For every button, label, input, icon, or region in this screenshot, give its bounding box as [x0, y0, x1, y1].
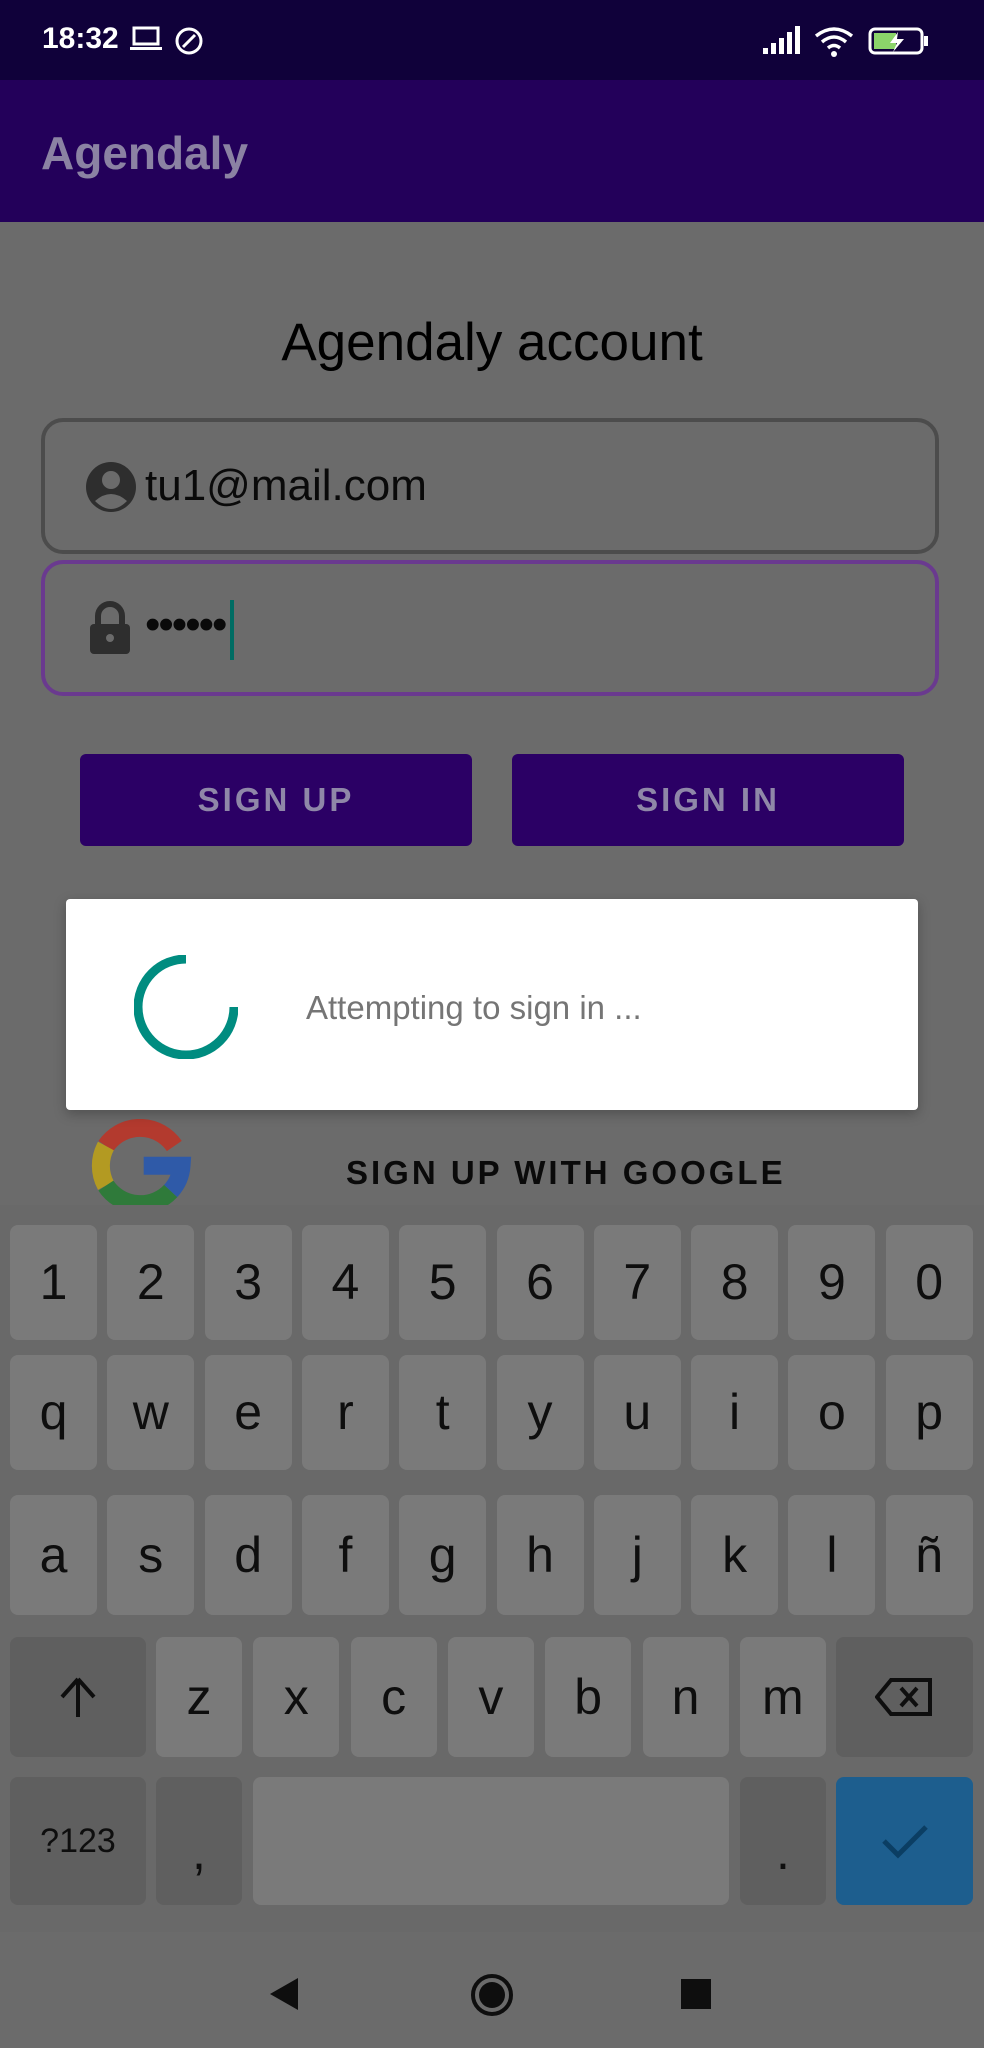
- home-nav-icon[interactable]: [469, 1972, 515, 2018]
- password-input[interactable]: ••••••: [145, 600, 227, 650]
- keyboard-key[interactable]: k: [691, 1495, 779, 1615]
- shift-key[interactable]: [10, 1637, 146, 1757]
- back-nav-icon[interactable]: [268, 1976, 300, 2012]
- account-circle-icon: [86, 462, 136, 512]
- keyboard-key[interactable]: p: [885, 1355, 973, 1470]
- keyboard-key[interactable]: 5: [399, 1225, 487, 1340]
- keyboard-key[interactable]: n: [642, 1637, 729, 1757]
- keyboard-key[interactable]: j: [593, 1495, 681, 1615]
- keyboard-key[interactable]: f: [301, 1495, 389, 1615]
- shift-arrow-icon: [60, 1677, 96, 1717]
- keyboard-key[interactable]: 2: [107, 1225, 195, 1340]
- email-input[interactable]: tu1@mail.com: [145, 461, 427, 511]
- keyboard-key[interactable]: i: [691, 1355, 779, 1470]
- keyboard-key[interactable]: o: [788, 1355, 876, 1470]
- google-logo-icon: [91, 1119, 192, 1209]
- recents-nav-icon[interactable]: [681, 1979, 711, 2009]
- symbols-key[interactable]: ?123: [10, 1777, 146, 1905]
- keyboard-key[interactable]: r: [301, 1355, 389, 1470]
- keyboard-key[interactable]: a: [10, 1495, 97, 1615]
- wifi-icon: [814, 27, 854, 57]
- keyboard-key[interactable]: u: [593, 1355, 681, 1470]
- keyboard-key[interactable]: q: [10, 1355, 97, 1470]
- keyboard-key[interactable]: 0: [885, 1225, 973, 1340]
- keyboard-key[interactable]: b: [545, 1637, 632, 1757]
- backspace-key[interactable]: [836, 1637, 973, 1757]
- period-key[interactable]: .: [740, 1777, 826, 1905]
- text-cursor: [230, 600, 234, 660]
- status-bar: 18:32: [0, 0, 984, 80]
- email-field[interactable]: tu1@mail.com: [41, 418, 939, 554]
- google-signup-label: SIGN UP WITH GOOGLE: [346, 1154, 786, 1191]
- keyboard-key[interactable]: m: [739, 1637, 826, 1757]
- keyboard-key[interactable]: s: [107, 1495, 195, 1615]
- keyboard-key[interactable]: t: [399, 1355, 487, 1470]
- loading-spinner-icon: [134, 955, 238, 1059]
- backspace-icon: [875, 1678, 932, 1716]
- keyboard-key[interactable]: 3: [204, 1225, 292, 1340]
- enter-key[interactable]: [836, 1777, 973, 1905]
- keyboard-key[interactable]: c: [350, 1637, 437, 1757]
- battery-charging-icon: [868, 27, 928, 55]
- keyboard-key[interactable]: 8: [691, 1225, 779, 1340]
- space-key[interactable]: [253, 1777, 729, 1905]
- keyboard-key[interactable]: 4: [301, 1225, 389, 1340]
- comma-key[interactable]: ,: [156, 1777, 242, 1905]
- keyboard-key[interactable]: 9: [788, 1225, 876, 1340]
- signal-icon: [763, 26, 800, 54]
- keyboard-key[interactable]: w: [107, 1355, 195, 1470]
- keyboard-key[interactable]: l: [788, 1495, 876, 1615]
- page-heading: Agendaly account: [281, 313, 703, 372]
- keyboard-key[interactable]: ñ: [885, 1495, 973, 1615]
- checkmark-icon: [882, 1825, 928, 1859]
- keyboard-key[interactable]: e: [204, 1355, 292, 1470]
- sign-up-button[interactable]: SIGN UP: [80, 754, 472, 846]
- keyboard-key[interactable]: x: [253, 1637, 340, 1757]
- status-time: 18:32: [42, 22, 119, 55]
- dialog-message: Attempting to sign in ...: [306, 989, 642, 1026]
- keyboard-key[interactable]: d: [204, 1495, 292, 1615]
- keyboard-key[interactable]: g: [399, 1495, 487, 1615]
- keyboard-key[interactable]: z: [156, 1637, 242, 1757]
- app-title: Agendaly: [41, 127, 249, 179]
- sign-in-button[interactable]: SIGN IN: [512, 754, 904, 846]
- keyboard-key[interactable]: 1: [10, 1225, 97, 1340]
- keyboard-key[interactable]: v: [447, 1637, 534, 1757]
- laptop-icon: [130, 26, 162, 50]
- navigation-bar: [0, 1932, 984, 2048]
- keyboard-key[interactable]: 6: [496, 1225, 584, 1340]
- keyboard-key[interactable]: y: [496, 1355, 584, 1470]
- keyboard-key[interactable]: h: [496, 1495, 584, 1615]
- at-sign-icon: [175, 27, 203, 55]
- lock-icon: [90, 601, 130, 654]
- password-field[interactable]: ••••••: [41, 560, 939, 696]
- keyboard-key[interactable]: 7: [593, 1225, 681, 1340]
